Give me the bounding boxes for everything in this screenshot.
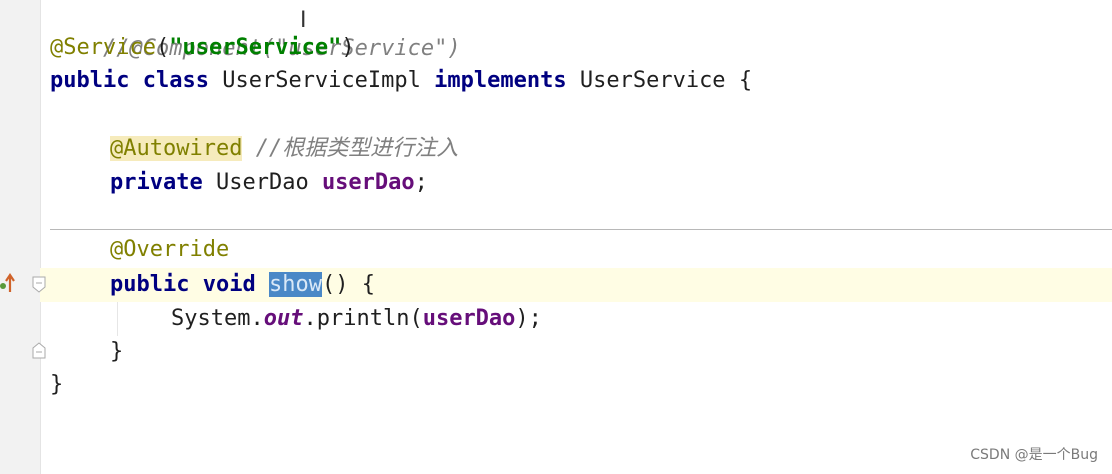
field-name: userDao: [321, 170, 415, 195]
static-field: out: [263, 306, 304, 331]
annotation: @Autowired: [110, 136, 243, 161]
brace: }: [50, 372, 64, 397]
call-end: );: [515, 306, 542, 331]
code-line-2[interactable]: @Service("userService"): [50, 31, 355, 65]
keyword: public: [110, 272, 190, 297]
dot: .: [250, 306, 264, 331]
implementation-marker-icon[interactable]: [0, 272, 16, 294]
watermark: CSDN @是一个Bug: [970, 447, 1098, 463]
text-cursor-icon: I: [300, 8, 307, 33]
paren: ): [341, 35, 355, 60]
paren: (: [155, 35, 170, 60]
interface-name: UserService: [579, 68, 726, 93]
brace: {: [738, 68, 753, 93]
code-line-5[interactable]: @Autowired //根据类型进行注入: [110, 132, 458, 166]
method-call: .println(: [303, 306, 423, 331]
code-line-8[interactable]: @Override: [110, 233, 229, 267]
code-line-3[interactable]: public class UserServiceImpl implements …: [50, 64, 752, 98]
code-line-12[interactable]: }: [50, 368, 63, 402]
brace: }: [110, 339, 124, 364]
keyword: class: [142, 68, 209, 93]
method-separator: [50, 229, 1112, 230]
annotation: @Service: [50, 35, 156, 60]
selected-method-name[interactable]: show: [268, 272, 322, 297]
code-editor[interactable]: //@Component("userService") I @Service("…: [0, 0, 1112, 474]
keyword: public: [50, 68, 130, 93]
params: () {: [321, 272, 375, 297]
semicolon: ;: [414, 170, 428, 195]
field-name: userDao: [422, 306, 516, 331]
keyword: void: [202, 272, 256, 297]
fold-end-icon[interactable]: [31, 341, 47, 359]
comment-text: //根据类型进行注入: [255, 136, 459, 161]
code-line-11[interactable]: }: [110, 335, 123, 369]
indent-guide: [117, 302, 118, 336]
keyword: implements: [434, 68, 567, 93]
fold-start-icon[interactable]: [31, 276, 47, 294]
annotation: @Override: [110, 237, 230, 262]
code-line-10[interactable]: System.out.println(userDao);: [171, 302, 542, 336]
class-name: System: [171, 306, 251, 331]
class-name: UserServiceImpl: [222, 68, 421, 93]
keyword: private: [110, 170, 203, 195]
string-literal: "userService": [169, 35, 342, 60]
type-name: UserDao: [215, 170, 309, 195]
code-line-1[interactable]: //@Component("userService"): [50, 0, 461, 61]
code-line-6[interactable]: private UserDao userDao;: [110, 166, 428, 200]
code-line-9[interactable]: public void show() {: [110, 268, 375, 302]
